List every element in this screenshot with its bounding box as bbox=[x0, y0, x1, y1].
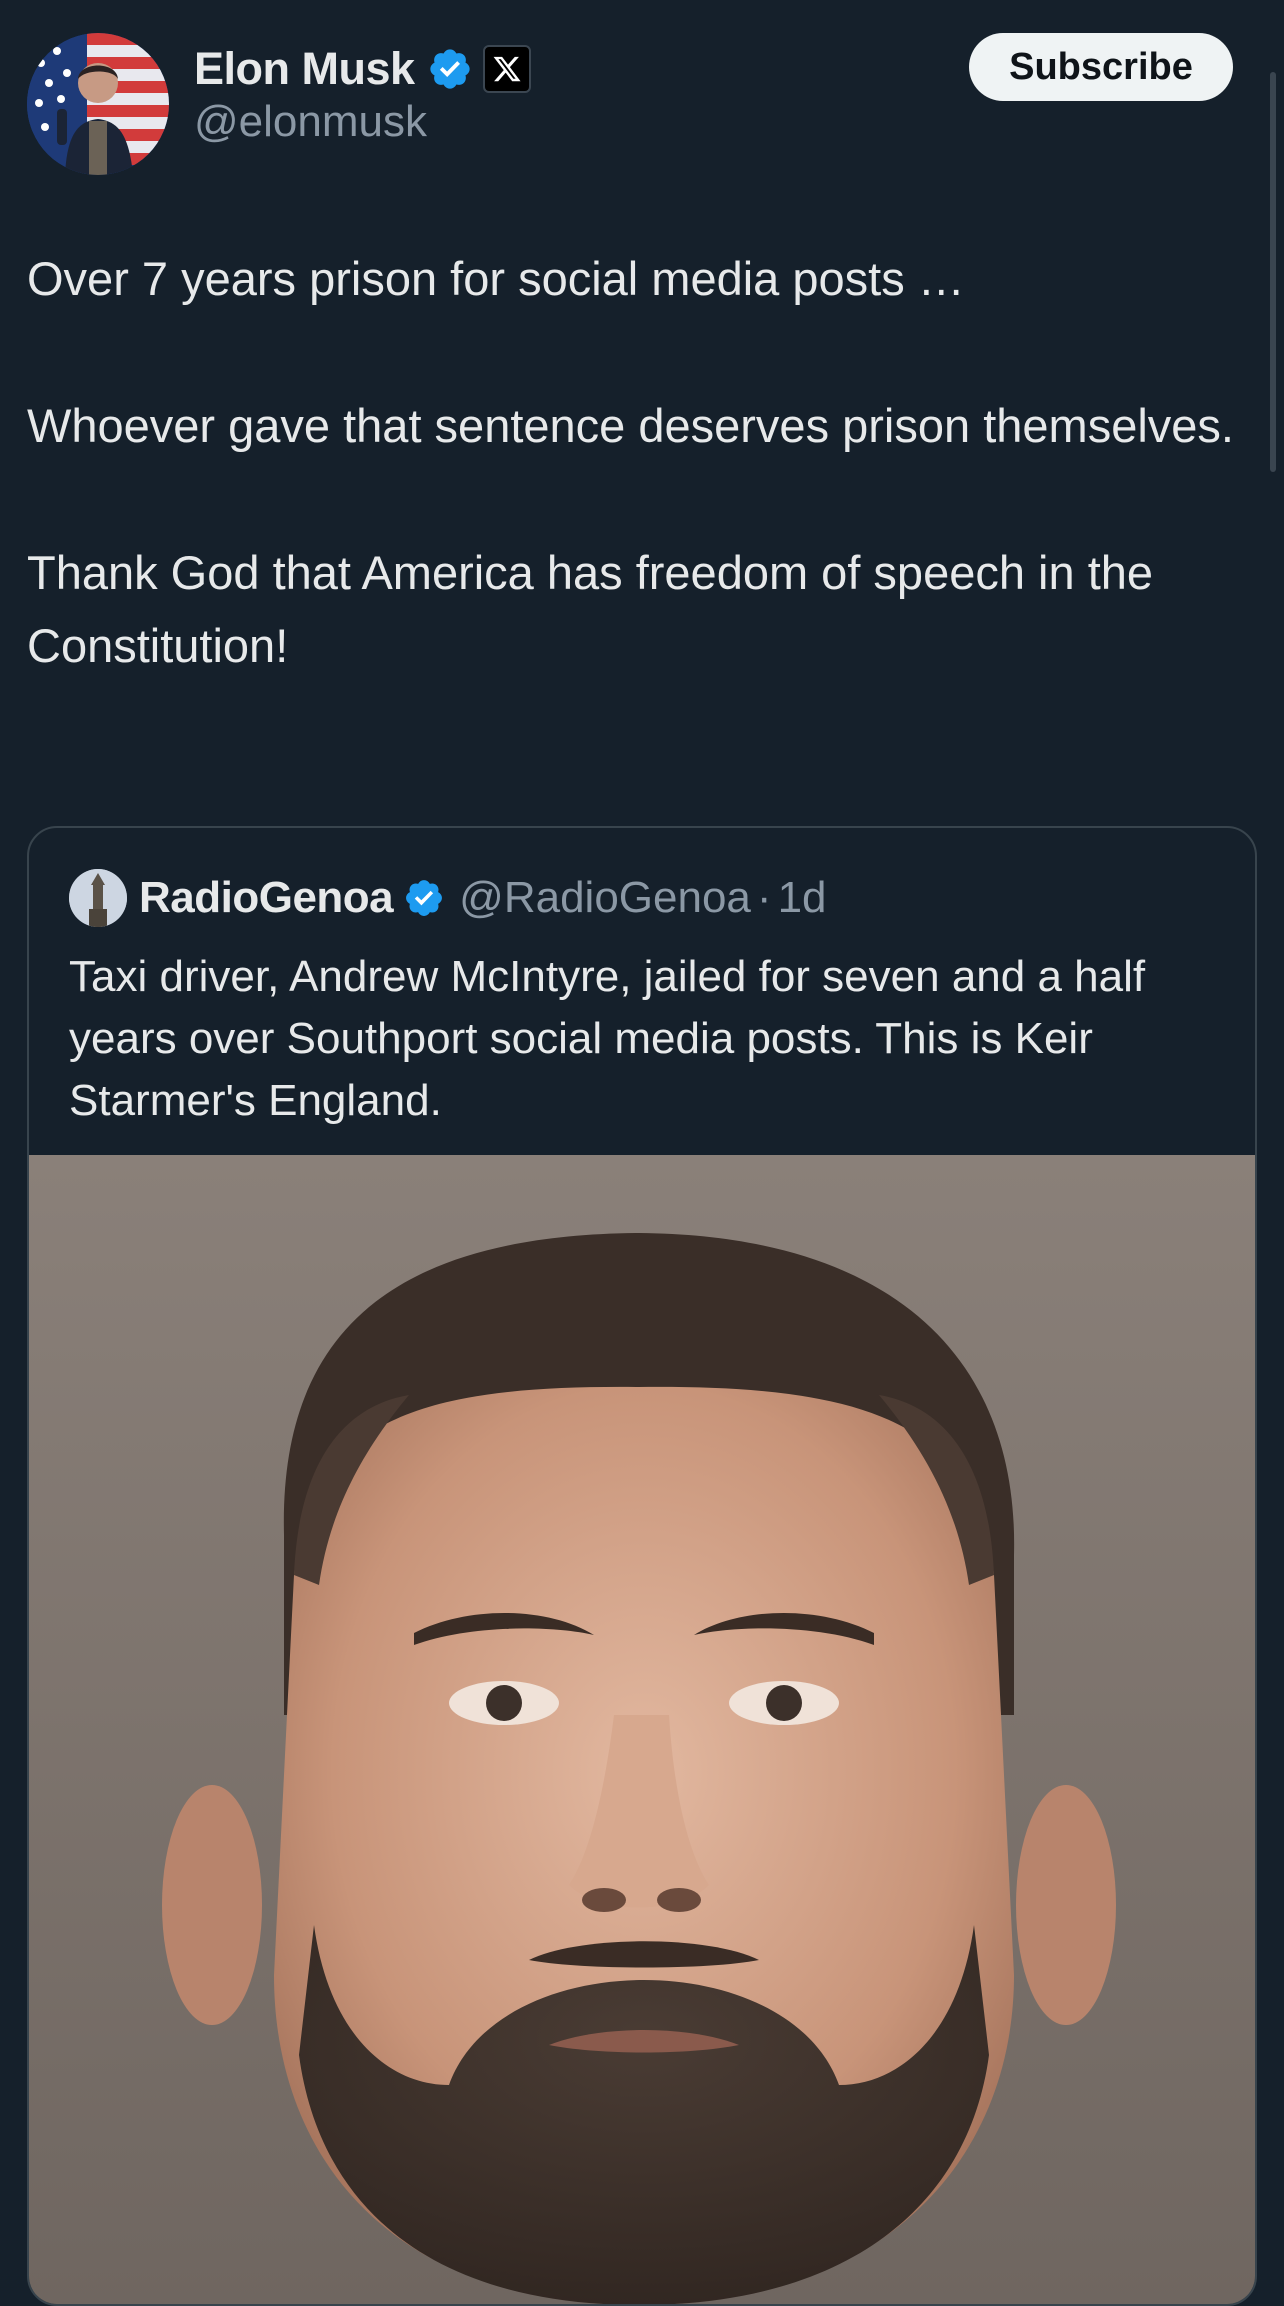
tweet-header: Elon Musk @elonmusk Subscribe bbox=[27, 33, 1233, 175]
quoted-tweet-header: RadioGenoa @RadioGenoa · 1d bbox=[69, 868, 827, 928]
profile-photo-icon bbox=[69, 869, 127, 927]
photo-portrait-icon bbox=[29, 1155, 1255, 2304]
quoted-author-avatar[interactable] bbox=[69, 869, 127, 927]
quoted-tweet-photo[interactable] bbox=[29, 1155, 1255, 2304]
tweet-paragraph: Whoever gave that sentence deserves pris… bbox=[27, 399, 1234, 452]
tweet-body: Over 7 years prison for social media pos… bbox=[27, 242, 1257, 682]
author-name-row: Elon Musk bbox=[194, 41, 531, 97]
scrollbar[interactable] bbox=[1270, 72, 1276, 472]
quoted-author-handle[interactable]: @RadioGenoa bbox=[459, 873, 751, 923]
tweet-paragraph: Over 7 years prison for social media pos… bbox=[27, 252, 965, 305]
author-display-name[interactable]: Elon Musk bbox=[194, 43, 415, 95]
quoted-author-display-name[interactable]: RadioGenoa bbox=[139, 873, 394, 923]
x-logo-icon bbox=[493, 56, 521, 82]
quoted-tweet-text: Taxi driver, Andrew McIntyre, jailed for… bbox=[69, 952, 1146, 1125]
quoted-tweet-card[interactable]: RadioGenoa @RadioGenoa · 1d Taxi driver,… bbox=[27, 826, 1257, 2306]
subscribe-button[interactable]: Subscribe bbox=[969, 33, 1233, 101]
verified-badge-icon bbox=[429, 49, 470, 89]
affiliate-badge bbox=[482, 45, 531, 93]
verified-badge-icon bbox=[406, 880, 443, 916]
tweet-paragraph: Thank God that America has freedom of sp… bbox=[27, 546, 1154, 672]
author-avatar[interactable] bbox=[27, 33, 169, 175]
separator-dot: · bbox=[756, 873, 772, 922]
profile-photo-icon bbox=[27, 33, 169, 175]
quoted-timestamp[interactable]: 1d bbox=[778, 873, 827, 923]
author-handle[interactable]: @elonmusk bbox=[194, 97, 427, 147]
